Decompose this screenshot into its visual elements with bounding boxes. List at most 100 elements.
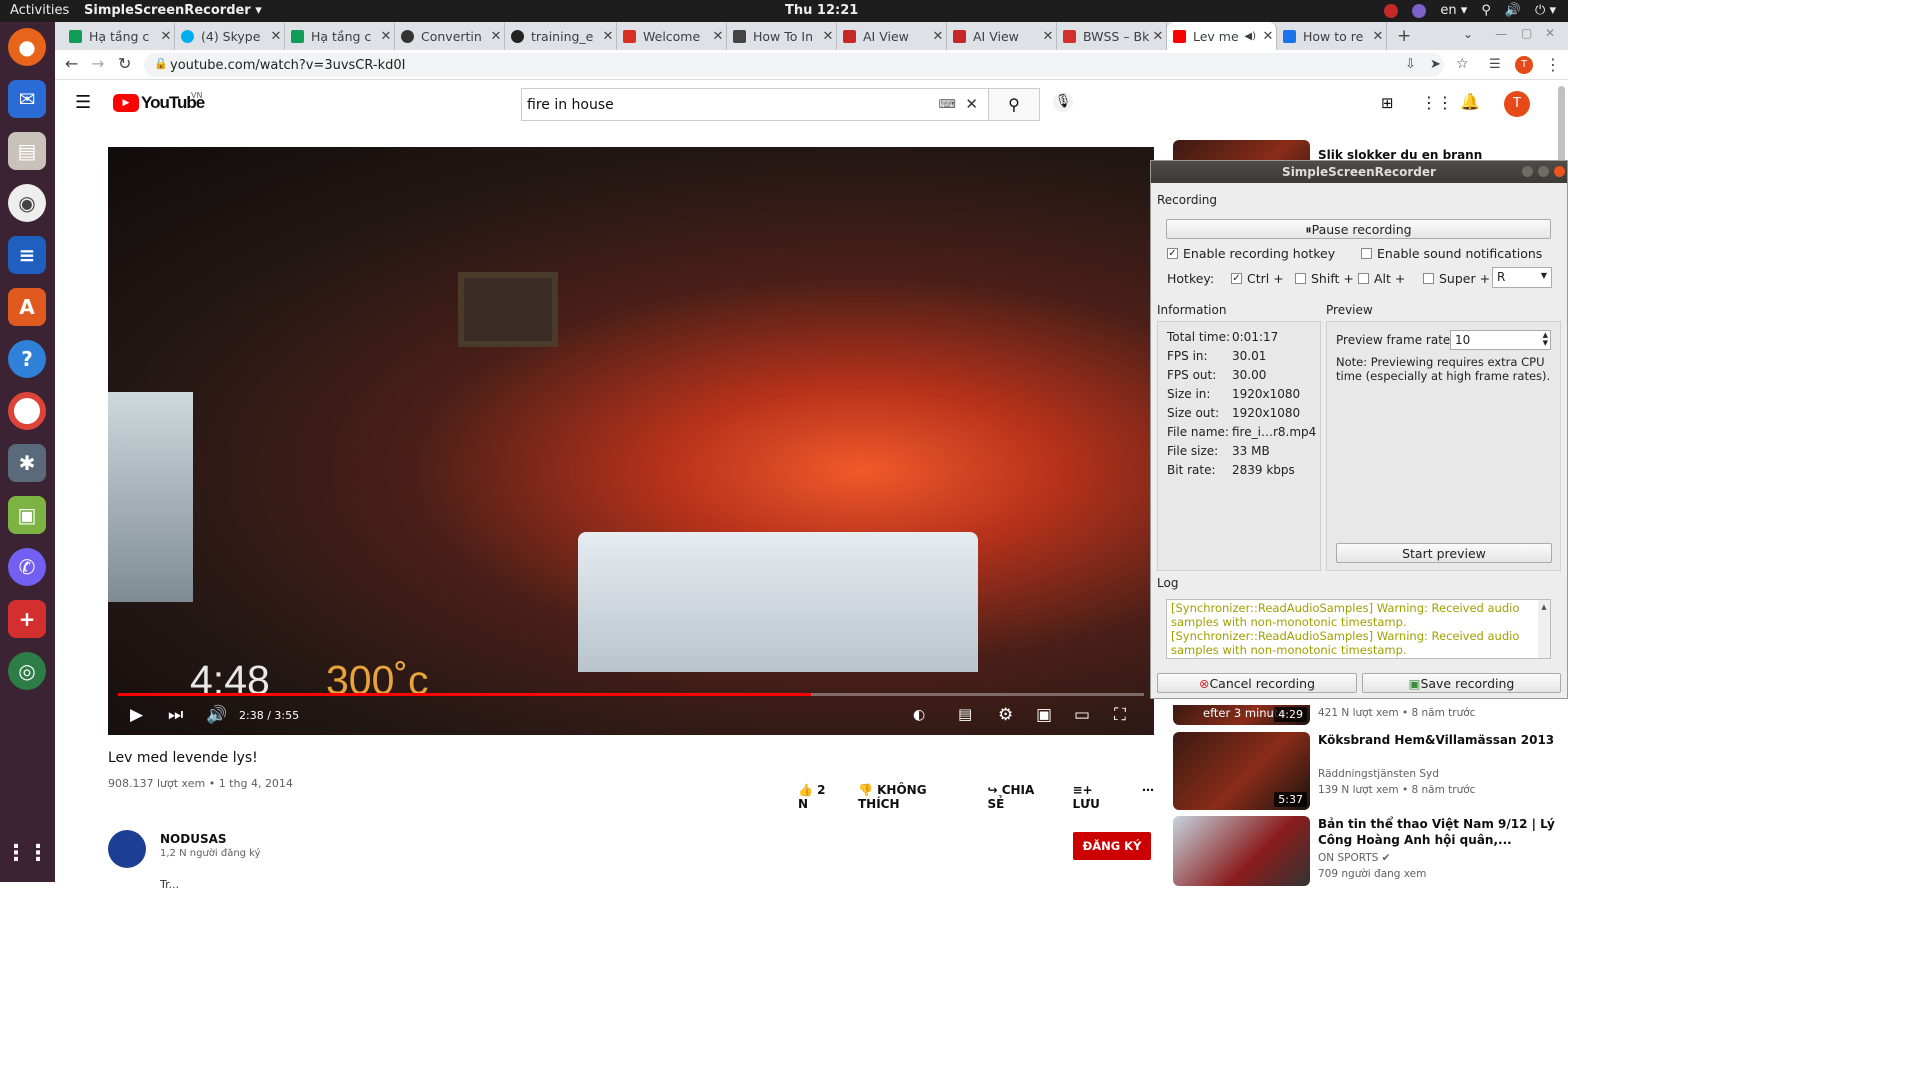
close-icon[interactable]: ✕	[488, 29, 504, 44]
tab-7[interactable]: How To In ✕	[727, 22, 837, 50]
new-tab-button[interactable]: +	[1397, 26, 1411, 46]
theater-mode-icon[interactable]: ▭	[1074, 705, 1090, 725]
more-actions-icon[interactable]: ⋯	[1142, 783, 1154, 811]
save-recording-button[interactable]: ▣Save recording	[1362, 673, 1561, 693]
close-icon[interactable]: ✕	[378, 29, 394, 44]
subtitles-icon[interactable]: ▤	[958, 705, 972, 723]
image-viewer-icon[interactable]: ▣	[8, 496, 46, 534]
play-icon[interactable]: ▶	[130, 705, 143, 725]
thunderbird-icon[interactable]: ✉	[8, 80, 46, 118]
simplescreenrecorder-icon[interactable]: ◎	[8, 652, 46, 690]
related-title[interactable]: Köksbrand Hem&Villamässan 2013	[1318, 732, 1558, 748]
video-thumbnail[interactable]: 5:37	[1173, 732, 1310, 810]
alt-checkbox[interactable]: Alt +	[1358, 271, 1405, 286]
maximize-icon[interactable]: ▢	[1521, 26, 1532, 40]
files-icon[interactable]: ▤	[8, 132, 46, 170]
ctrl-checkbox[interactable]: ✓ Ctrl +	[1231, 271, 1284, 286]
tab-youtube[interactable]: Lev me ◀) ✕	[1167, 22, 1277, 50]
lock-icon[interactable]: 🔒	[154, 57, 168, 70]
shift-checkbox[interactable]: Shift +	[1295, 271, 1354, 286]
video-thumbnail[interactable]: efter 3 minute 4:29	[1173, 705, 1310, 725]
volume-icon[interactable]: 🔊	[206, 705, 227, 725]
close-icon[interactable]: ✕	[268, 29, 284, 44]
search-input[interactable]: fire in house ⌨ ✕	[521, 88, 989, 121]
close-icon[interactable]: ✕	[1040, 29, 1056, 44]
language-indicator[interactable]: en ▾	[1440, 3, 1467, 18]
channel-name[interactable]: NODUSAS	[160, 832, 227, 846]
cancel-recording-button[interactable]: ⊗Cancel recording	[1157, 673, 1357, 693]
url-field[interactable]: 🔒 youtube.com/watch?v=3uvsCR-kd0I	[144, 53, 1444, 77]
reading-list-icon[interactable]: ☰	[1489, 57, 1501, 72]
activities-button[interactable]: Activities	[10, 3, 69, 18]
log-view[interactable]: [Synchronizer::ReadAudioSamples] Warning…	[1166, 599, 1551, 659]
related-channel[interactable]: Räddningstjänsten Syd	[1318, 768, 1439, 780]
send-icon[interactable]: ➤	[1430, 57, 1441, 72]
spin-arrows-icon[interactable]: ▲ ▼	[1543, 331, 1548, 347]
tab-10[interactable]: BWSS – Bk ✕	[1057, 22, 1167, 50]
maximize-icon[interactable]	[1538, 166, 1549, 177]
tab-3[interactable]: Hạ tầng c ✕	[285, 22, 395, 50]
voice-search-icon[interactable]: 🎙	[1053, 92, 1073, 112]
preview-rate-spinbox[interactable]: 10 ▲ ▼	[1450, 330, 1551, 350]
subscribe-button[interactable]: ĐĂNG KÝ	[1073, 832, 1151, 860]
close-icon[interactable]: ✕	[930, 29, 946, 44]
video-thumbnail[interactable]	[1173, 816, 1310, 886]
profile-avatar[interactable]: T	[1515, 56, 1533, 74]
tab-5[interactable]: training_e ✕	[505, 22, 617, 50]
bookmark-star-icon[interactable]: ☆	[1456, 56, 1469, 72]
list-item[interactable]: Bản tin thể thao Việt Nam 9/12 | Lý Công…	[1173, 816, 1568, 886]
back-icon[interactable]: ←	[65, 54, 78, 73]
close-icon[interactable]: ✕	[1260, 29, 1276, 44]
related-title[interactable]: Bản tin thể thao Việt Nam 9/12 | Lý Công…	[1318, 816, 1558, 848]
video-progress-bar[interactable]	[118, 693, 1144, 696]
help-icon[interactable]: ?	[8, 340, 46, 378]
speaker-icon[interactable]: ◀)	[1244, 31, 1256, 42]
create-video-icon[interactable]: ⊞	[1381, 94, 1394, 112]
settings-icon[interactable]: ✱	[8, 444, 46, 482]
close-icon[interactable]: ✕	[600, 29, 616, 44]
close-icon[interactable]: ✕	[820, 29, 836, 44]
system-tray[interactable]: en ▾ ⚲ 🔊 ⏻ ▾	[1384, 3, 1556, 18]
app-menu[interactable]: SimpleScreenRecorder ▾	[84, 3, 262, 18]
close-icon[interactable]: ✕	[158, 29, 174, 44]
tab-9[interactable]: AI View ✕	[947, 22, 1057, 50]
youtube-logo-icon[interactable]: ▶	[113, 94, 139, 112]
close-icon[interactable]: ✕	[1150, 29, 1166, 44]
hamburger-menu-icon[interactable]: ☰	[75, 92, 91, 113]
log-scrollbar[interactable]: ▲	[1538, 600, 1550, 658]
clock[interactable]: Thu 12:21	[785, 3, 858, 18]
sound-notifications-checkbox[interactable]: Enable sound notifications	[1361, 246, 1542, 261]
shield-icon[interactable]: +	[8, 600, 46, 638]
reload-icon[interactable]: ↻	[118, 54, 131, 73]
app-grid-icon[interactable]: ⋮⋮	[5, 834, 49, 872]
checkbox-unchecked[interactable]	[1361, 248, 1372, 259]
close-icon[interactable]: ✕	[710, 29, 726, 44]
install-icon[interactable]: ⇩	[1405, 57, 1416, 72]
close-icon[interactable]: ✕	[1370, 29, 1386, 44]
viber-tray-icon[interactable]	[1412, 3, 1427, 18]
tab-search-icon[interactable]: ⌄	[1463, 27, 1473, 41]
pause-recording-button[interactable]: ⏸Pause recording	[1166, 219, 1551, 239]
tab-4[interactable]: Convertin ✕	[395, 22, 505, 50]
close-window-icon[interactable]: ✕	[1545, 26, 1555, 40]
fullscreen-icon[interactable]: ⛶	[1114, 705, 1126, 725]
forward-icon[interactable]: →	[91, 54, 104, 73]
tab-12[interactable]: How to re ✕	[1277, 22, 1387, 50]
notifications-bell-icon[interactable]: 🔔	[1460, 92, 1480, 111]
rhythmbox-icon[interactable]: ◉	[8, 184, 46, 222]
miniplayer-icon[interactable]: ▣	[1036, 705, 1052, 725]
tab-1[interactable]: Hạ tầng c ✕	[63, 22, 175, 50]
software-center-icon[interactable]: A	[8, 288, 46, 326]
super-checkbox[interactable]: Super +	[1423, 271, 1490, 286]
start-preview-button[interactable]: Start preview	[1336, 543, 1552, 563]
avatar[interactable]: T	[1504, 91, 1530, 117]
dislike-button[interactable]: 👎 KHÔNG THÍCH	[858, 783, 967, 811]
channel-avatar[interactable]	[108, 830, 146, 868]
close-icon[interactable]	[1554, 166, 1565, 177]
autoplay-toggle[interactable]: ◐	[913, 707, 925, 723]
settings-gear-icon[interactable]: ⚙	[998, 705, 1013, 725]
minimize-icon[interactable]	[1522, 166, 1533, 177]
viber-icon[interactable]: ✆	[8, 548, 46, 586]
menu-icon[interactable]: ⋮	[1545, 55, 1561, 74]
enable-hotkey-checkbox[interactable]: ✓ Enable recording hotkey	[1167, 246, 1335, 261]
